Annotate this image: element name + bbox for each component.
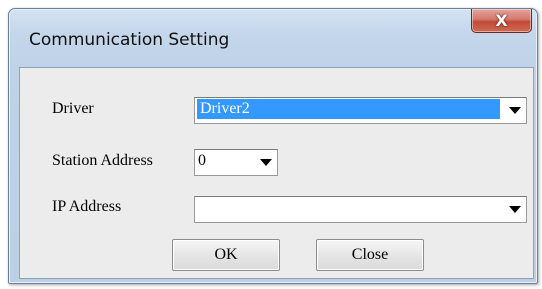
ok-button[interactable]: OK — [172, 239, 280, 271]
dialog-title: Communication Setting — [29, 30, 230, 50]
station-address-label: Station Address — [52, 152, 153, 169]
station-address-value: 0 — [198, 152, 206, 169]
chevron-down-icon[interactable] — [509, 206, 521, 213]
driver-select[interactable]: Driver2 — [194, 97, 527, 124]
close-icon: X — [495, 11, 508, 30]
ip-address-select[interactable] — [194, 196, 527, 223]
driver-select-value: Driver2 — [197, 99, 500, 119]
dialog-content: Driver Driver2 Station Address 0 IP Addr… — [19, 67, 534, 279]
close-button[interactable]: Close — [316, 239, 424, 271]
chevron-down-icon[interactable] — [509, 107, 521, 114]
driver-label: Driver — [52, 100, 94, 117]
station-address-select[interactable]: 0 — [194, 149, 278, 176]
communication-setting-dialog: Communication Setting X Driver Driver2 S… — [8, 8, 538, 284]
chevron-down-icon[interactable] — [260, 159, 272, 166]
window-close-button[interactable]: X — [471, 9, 532, 33]
ip-address-label: IP Address — [52, 198, 122, 215]
